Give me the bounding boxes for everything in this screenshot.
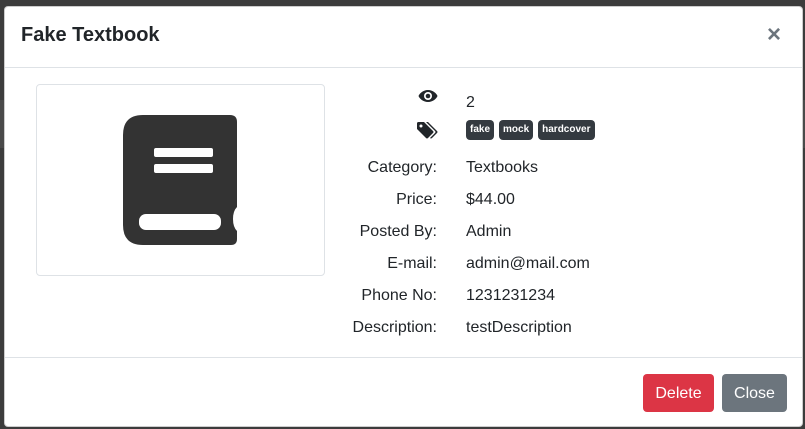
item-modal: Fake Textbook × 2 fake mock hardcover Ca… [4, 6, 803, 427]
category-value: Textbooks [466, 159, 539, 176]
modal-title: Fake Textbook [21, 24, 160, 46]
close-button[interactable]: Close [722, 374, 787, 412]
views-count: 2 [466, 94, 475, 111]
tag-badge: mock [499, 120, 534, 140]
modal-footer: Delete Close [5, 357, 802, 428]
description-value: testDescription [466, 319, 572, 336]
item-image [36, 84, 325, 276]
tag-list: fake mock hardcover [466, 120, 595, 140]
posted-by-value: Admin [466, 223, 512, 240]
tag-badge: hardcover [538, 120, 595, 140]
tag-badge: fake [466, 120, 495, 140]
modal-header: Fake Textbook × [5, 7, 802, 68]
email-label: E-mail: [387, 255, 437, 272]
close-icon[interactable]: × [764, 22, 784, 48]
description-label: Description: [352, 319, 437, 336]
book-icon [123, 115, 237, 245]
price-value: $44.00 [466, 191, 515, 208]
price-label: Price: [396, 191, 437, 208]
phone-label: Phone No: [361, 287, 437, 304]
eye-icon [418, 88, 438, 109]
modal-body: 2 fake mock hardcover Category: Textbook… [5, 68, 802, 357]
tags-icon [417, 122, 439, 145]
phone-value: 1231231234 [466, 287, 555, 304]
email-value: admin@mail.com [466, 255, 590, 272]
delete-button[interactable]: Delete [643, 374, 714, 412]
posted-by-label: Posted By: [359, 223, 437, 240]
category-label: Category: [367, 159, 437, 176]
